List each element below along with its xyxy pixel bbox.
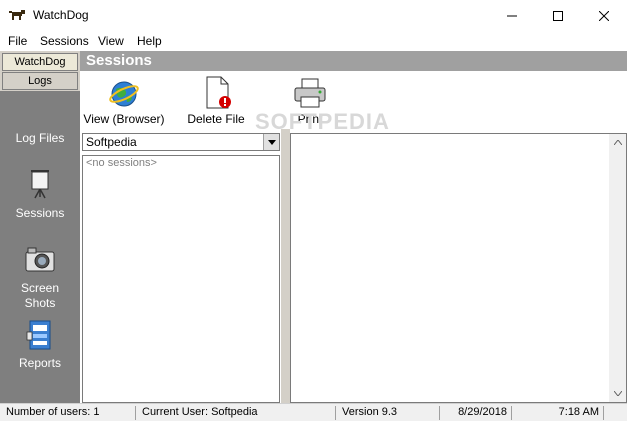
title-bar: WatchDog <box>0 0 627 31</box>
section-header: Sessions <box>80 51 627 71</box>
maximize-button[interactable] <box>535 0 581 31</box>
view-browser-button[interactable]: View (Browser) <box>82 71 166 129</box>
menu-help[interactable]: Help <box>137 34 162 48</box>
menu-view[interactable]: View <box>98 34 124 48</box>
delete-file-label: Delete File <box>187 112 245 126</box>
globe-icon <box>109 81 139 107</box>
status-users: Number of users: 1 <box>2 406 136 420</box>
maximize-icon <box>553 10 563 21</box>
scroll-down-button[interactable] <box>609 385 626 402</box>
watermark: SOFTPEDIA <box>255 109 390 134</box>
user-select-value: Softpedia <box>86 135 137 149</box>
nav-item-label: Sessions <box>15 206 65 220</box>
tab-logs[interactable]: Logs <box>2 72 78 90</box>
window-title: WatchDog <box>33 8 89 22</box>
status-date: 8/29/2018 <box>442 406 512 420</box>
chevron-down-icon <box>613 391 622 396</box>
user-select[interactable]: Softpedia <box>82 133 280 151</box>
projector-screen-icon <box>31 170 49 199</box>
page-title: Sessions <box>86 52 152 69</box>
menu-file[interactable]: File <box>8 34 27 48</box>
nav-item-label: Reports <box>18 356 62 370</box>
minimize-button[interactable] <box>489 0 535 31</box>
nav-item-sessions[interactable]: Sessions <box>0 206 80 220</box>
view-browser-label: View (Browser) <box>83 112 165 126</box>
status-bar: Number of users: 1 Current User: Softped… <box>0 403 627 421</box>
dog-icon <box>9 10 25 20</box>
nav-item-log-files[interactable]: Log Files <box>0 131 80 145</box>
tab-watchdog[interactable]: WatchDog <box>2 53 78 71</box>
close-icon <box>599 10 609 21</box>
report-icon <box>26 320 51 350</box>
pane-splitter[interactable] <box>281 129 290 403</box>
printer-icon <box>294 78 326 108</box>
scroll-up-button[interactable] <box>609 134 626 151</box>
left-nav: Log Files Sessions Screen Shots Reports <box>0 91 80 403</box>
empty-list-text: <no sessions> <box>86 157 157 169</box>
status-time: 7:18 AM <box>514 406 604 420</box>
nav-item-reports[interactable]: Reports <box>0 356 80 370</box>
nav-item-label: Log Files <box>15 131 65 145</box>
delete-file-button[interactable]: Delete File <box>178 71 254 129</box>
sessions-list[interactable]: <no sessions> <box>82 155 280 403</box>
chevron-up-icon <box>613 140 622 145</box>
minimize-icon <box>507 15 517 16</box>
status-current-user: Current User: Softpedia <box>138 406 336 420</box>
toolbar-separator <box>169 77 170 125</box>
vertical-scrollbar[interactable] <box>609 134 626 402</box>
status-version: Version 9.3 <box>338 406 440 420</box>
toolbar: View (Browser) Delete File Print SOFTPED… <box>80 71 627 134</box>
close-button[interactable] <box>581 0 627 31</box>
nav-item-screen-shots[interactable]: Screen Shots <box>0 281 80 311</box>
chevron-down-icon <box>267 139 276 145</box>
nav-item-label: Screen Shots <box>20 281 60 310</box>
menu-bar: File Sessions View Help <box>0 31 627 51</box>
camera-icon <box>25 247 55 272</box>
dropdown-button[interactable] <box>263 134 279 150</box>
delete-file-icon <box>206 76 231 109</box>
menu-sessions[interactable]: Sessions <box>40 34 89 48</box>
session-content-pane[interactable] <box>290 133 627 403</box>
left-tab-strip: WatchDog Logs <box>0 51 80 91</box>
